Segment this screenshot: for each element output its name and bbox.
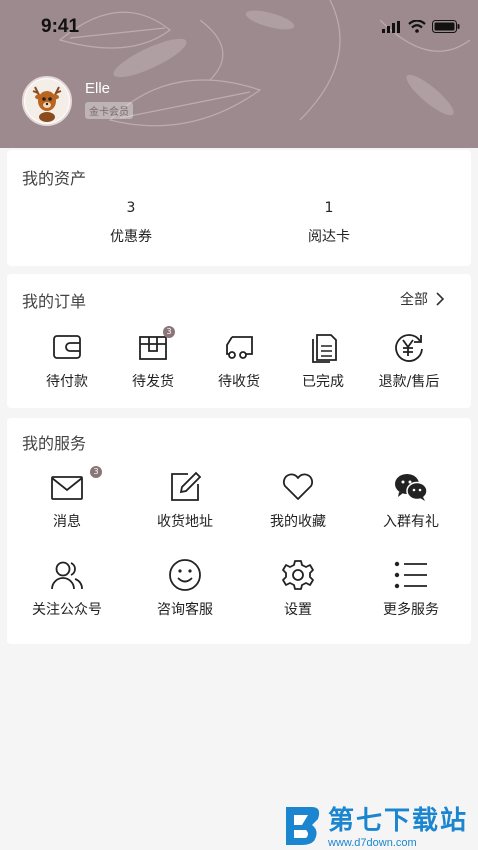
service-customer-support[interactable]: 咨询客服 <box>137 558 233 619</box>
watermark-main-text: 第七下载站 <box>328 806 469 836</box>
service-label: 更多服务 <box>383 602 439 618</box>
profile-header: 9:41 Elle 金卡会员 <box>0 0 478 148</box>
asset-label: 优惠券 <box>110 229 152 245</box>
document-icon <box>312 334 337 363</box>
asset-reading-card[interactable]: 1 阅达卡 <box>269 200 389 246</box>
users-icon <box>51 561 83 590</box>
service-label: 入群有礼 <box>383 514 439 530</box>
order-label: 已完成 <box>302 374 344 390</box>
wifi-icon <box>408 20 426 33</box>
service-label: 消息 <box>53 514 81 530</box>
order-badge: 3 <box>163 326 175 338</box>
all-orders-label: 全部 <box>400 292 428 308</box>
signal-icon <box>382 20 400 33</box>
service-label: 咨询客服 <box>157 602 213 618</box>
package-icon <box>139 336 167 360</box>
service-settings[interactable]: 设置 <box>250 558 346 619</box>
asset-value: 3 <box>126 200 136 216</box>
member-level-badge: 金卡会员 <box>85 101 133 119</box>
chevron-right-icon <box>436 292 445 306</box>
order-pending-shipment[interactable]: 3 待发货 <box>105 326 201 391</box>
asset-value: 1 <box>324 200 334 216</box>
service-follow-account[interactable]: 关注公众号 <box>19 558 115 619</box>
service-address[interactable]: 收货地址 <box>137 470 233 531</box>
list-icon <box>394 561 427 589</box>
edit-icon <box>171 471 202 501</box>
orders-title: 我的订单 <box>22 292 87 311</box>
status-bar: 9:41 <box>0 0 478 56</box>
order-label: 待付款 <box>46 374 88 390</box>
asset-coupons[interactable]: 3 优惠券 <box>71 200 191 246</box>
status-time: 9:41 <box>41 16 80 37</box>
services-title: 我的服务 <box>22 434 87 453</box>
avatar[interactable] <box>22 76 72 126</box>
service-label: 关注公众号 <box>32 602 102 618</box>
order-label: 待发货 <box>132 374 174 390</box>
service-more[interactable]: 更多服务 <box>363 558 459 619</box>
order-refund[interactable]: 退款/售后 <box>361 330 457 391</box>
battery-icon <box>432 20 460 33</box>
username: Elle <box>85 79 111 97</box>
order-pending-payment[interactable]: 待付款 <box>19 330 115 391</box>
refund-icon <box>395 334 423 362</box>
truck-icon <box>226 336 253 359</box>
wallet-icon <box>53 335 81 359</box>
order-pending-receipt[interactable]: 待收货 <box>191 330 287 391</box>
watermark-logo-icon <box>286 806 320 845</box>
watermark-url-text: www.d7down.com <box>328 837 417 849</box>
service-join-group[interactable]: 入群有礼 <box>363 470 459 531</box>
user-profile[interactable]: Elle 金卡会员 <box>22 76 133 126</box>
service-label: 收货地址 <box>157 514 213 530</box>
all-orders-link[interactable]: 全部 <box>400 289 445 309</box>
site-watermark: 第七下载站 www.d7down.com <box>282 800 468 849</box>
service-favorites[interactable]: 我的收藏 <box>250 470 346 531</box>
gear-icon <box>282 560 314 590</box>
heart-icon <box>282 473 314 500</box>
assets-card: 我的资产 3 优惠券 1 阅达卡 <box>7 150 471 266</box>
status-icons <box>382 20 460 33</box>
asset-label: 阅达卡 <box>308 229 350 245</box>
order-label: 退款/售后 <box>378 374 440 390</box>
orders-card: 我的订单 全部 待付款 3 待发货 待收货 已完成 退款/售后 <box>7 274 471 408</box>
mail-icon <box>51 476 83 500</box>
service-label: 我的收藏 <box>270 514 326 530</box>
service-label: 设置 <box>284 602 312 618</box>
wechat-icon <box>395 474 428 501</box>
deer-avatar-icon <box>25 79 69 123</box>
order-completed[interactable]: 已完成 <box>275 330 371 391</box>
message-badge: 3 <box>90 466 102 478</box>
order-label: 待收货 <box>218 374 260 390</box>
smile-icon <box>169 559 201 591</box>
services-card: 我的服务 3 消息 收货地址 我的收藏 入群有礼 关注公众号 咨询客服 设置 更… <box>7 418 471 644</box>
assets-title: 我的资产 <box>22 169 87 188</box>
service-messages[interactable]: 3 消息 <box>19 466 115 531</box>
